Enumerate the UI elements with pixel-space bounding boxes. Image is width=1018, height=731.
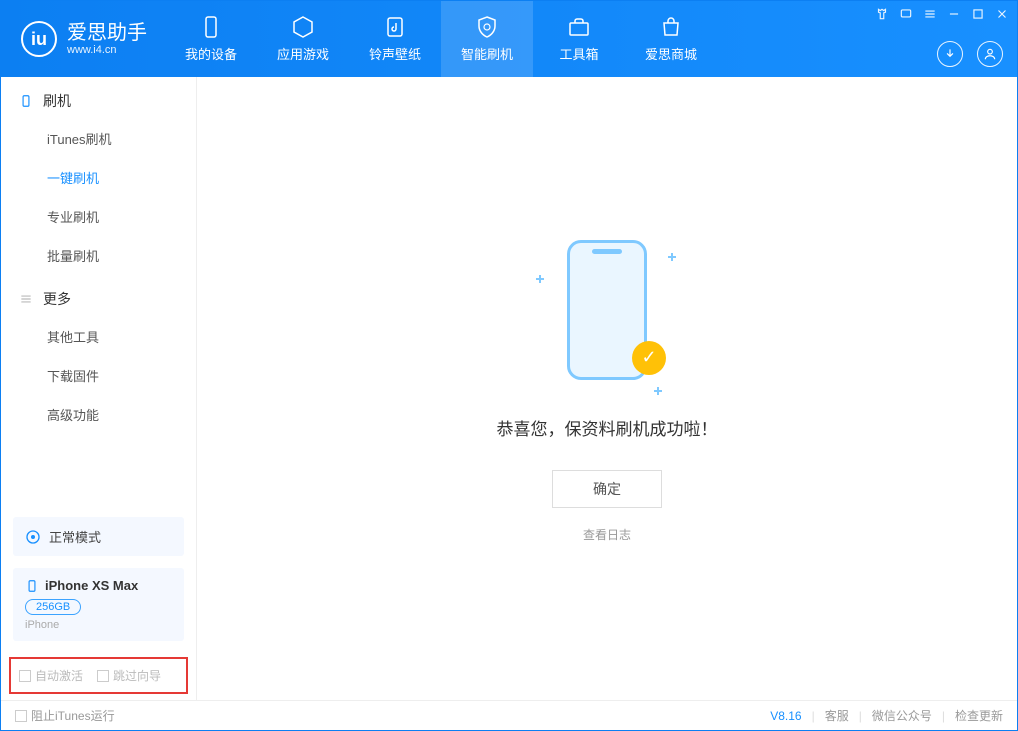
- phone-outline-icon: [19, 94, 33, 108]
- toolbox-icon: [567, 15, 591, 39]
- separator: |: [942, 709, 945, 723]
- success-message: 恭喜您，保资料刷机成功啦！: [497, 415, 718, 440]
- nav-my-device[interactable]: 我的设备: [165, 1, 257, 77]
- sidebar-item-onekey-flash[interactable]: 一键刷机: [1, 158, 196, 197]
- nav-label: 智能刷机: [461, 44, 513, 63]
- sidebar-item-other-tools[interactable]: 其他工具: [1, 317, 196, 356]
- mode-label: 正常模式: [49, 527, 101, 546]
- nav-ring-wall[interactable]: 铃声壁纸: [349, 1, 441, 77]
- success-illustration: ✓: [542, 235, 672, 395]
- checkbox-icon: [19, 670, 31, 682]
- device-card[interactable]: iPhone XS Max 256GB iPhone: [13, 568, 184, 641]
- section-label: 更多: [43, 289, 71, 309]
- auto-activate-checkbox[interactable]: 自动激活: [19, 667, 83, 684]
- user-icon: [983, 47, 997, 61]
- nav-app-games[interactable]: 应用游戏: [257, 1, 349, 77]
- separator: |: [812, 709, 815, 723]
- bag-icon: [659, 15, 683, 39]
- separator: |: [859, 709, 862, 723]
- device-icon: [25, 579, 39, 593]
- app-name: 爱思助手: [67, 22, 147, 44]
- nav-label: 工具箱: [559, 44, 598, 63]
- user-button[interactable]: [977, 41, 1003, 67]
- sidebar-item-pro-flash[interactable]: 专业刷机: [1, 197, 196, 236]
- sparkle-icon: [654, 387, 662, 395]
- status-right: V8.16 | 客服 | 微信公众号 | 检查更新: [770, 707, 1003, 724]
- shirt-icon[interactable]: [875, 7, 889, 21]
- nav-smart-flash[interactable]: 智能刷机: [441, 1, 533, 77]
- checkbox-icon: [97, 670, 109, 682]
- checkbox-label: 阻止iTunes运行: [31, 707, 115, 724]
- menu-icon[interactable]: [923, 7, 937, 21]
- logo-area: iu 爱思助手 www.i4.cn: [1, 1, 165, 77]
- device-name-row: iPhone XS Max: [25, 578, 172, 593]
- sidebar-item-advanced[interactable]: 高级功能: [1, 395, 196, 434]
- device-name: iPhone XS Max: [45, 578, 138, 593]
- support-link[interactable]: 客服: [825, 707, 849, 724]
- device-type: iPhone: [25, 619, 172, 631]
- header-right-actions: [937, 41, 1003, 67]
- ok-button[interactable]: 确定: [552, 470, 662, 508]
- nav-label: 爱思商城: [645, 44, 697, 63]
- checkbox-icon: [15, 710, 27, 722]
- mode-icon: [25, 529, 41, 545]
- sidebar-section-more: 更多: [1, 275, 196, 317]
- sidebar-section-flash: 刷机: [1, 77, 196, 119]
- download-button[interactable]: [937, 41, 963, 67]
- view-log-link[interactable]: 查看日志: [583, 526, 631, 543]
- sidebar: 刷机 iTunes刷机 一键刷机 专业刷机 批量刷机 更多 其他工具 下载固件 …: [1, 77, 197, 700]
- sparkle-icon: [668, 253, 676, 261]
- main-content: ✓ 恭喜您，保资料刷机成功啦！ 确定 查看日志: [197, 77, 1017, 700]
- app-url: www.i4.cn: [67, 44, 147, 56]
- header: iu 爱思助手 www.i4.cn 我的设备 应用游戏 铃声壁纸 智能刷机: [1, 1, 1017, 77]
- shield-refresh-icon: [475, 15, 499, 39]
- checkbox-label: 跳过向导: [113, 667, 161, 684]
- sidebar-item-itunes-flash[interactable]: iTunes刷机: [1, 119, 196, 158]
- bottom-options-highlight: 自动激活 跳过向导: [9, 657, 188, 694]
- list-icon: [19, 292, 33, 306]
- minimize-icon[interactable]: [947, 7, 961, 21]
- nav-label: 应用游戏: [277, 44, 329, 63]
- feedback-icon[interactable]: [899, 7, 913, 21]
- device-storage-badge: 256GB: [25, 599, 81, 615]
- phone-icon: [199, 15, 223, 39]
- mode-card[interactable]: 正常模式: [13, 517, 184, 556]
- titlebar-controls: [875, 7, 1009, 21]
- sidebar-item-download-fw[interactable]: 下载固件: [1, 356, 196, 395]
- sparkle-icon: [536, 275, 544, 283]
- statusbar: 阻止iTunes运行 V8.16 | 客服 | 微信公众号 | 检查更新: [1, 700, 1017, 730]
- logo-text: 爱思助手 www.i4.cn: [67, 22, 147, 56]
- wechat-link[interactable]: 微信公众号: [872, 707, 932, 724]
- nav-label: 铃声壁纸: [369, 44, 421, 63]
- app-window: iu 爱思助手 www.i4.cn 我的设备 应用游戏 铃声壁纸 智能刷机: [0, 0, 1018, 731]
- music-icon: [383, 15, 407, 39]
- spacer: [1, 434, 196, 511]
- nav-tabs: 我的设备 应用游戏 铃声壁纸 智能刷机 工具箱 爱思商城: [165, 1, 717, 77]
- nav-toolbox[interactable]: 工具箱: [533, 1, 625, 77]
- logo-icon: iu: [21, 21, 57, 57]
- close-icon[interactable]: [995, 7, 1009, 21]
- check-update-link[interactable]: 检查更新: [955, 707, 1003, 724]
- cube-icon: [291, 15, 315, 39]
- download-icon: [943, 47, 957, 61]
- block-itunes-checkbox[interactable]: 阻止iTunes运行: [15, 707, 115, 724]
- checkbox-label: 自动激活: [35, 667, 83, 684]
- sidebar-item-batch-flash[interactable]: 批量刷机: [1, 236, 196, 275]
- check-badge-icon: ✓: [632, 341, 666, 375]
- body: 刷机 iTunes刷机 一键刷机 专业刷机 批量刷机 更多 其他工具 下载固件 …: [1, 77, 1017, 700]
- maximize-icon[interactable]: [971, 7, 985, 21]
- nav-label: 我的设备: [185, 44, 237, 63]
- version-label: V8.16: [770, 709, 801, 723]
- section-label: 刷机: [43, 91, 71, 111]
- nav-store[interactable]: 爱思商城: [625, 1, 717, 77]
- skip-guide-checkbox[interactable]: 跳过向导: [97, 667, 161, 684]
